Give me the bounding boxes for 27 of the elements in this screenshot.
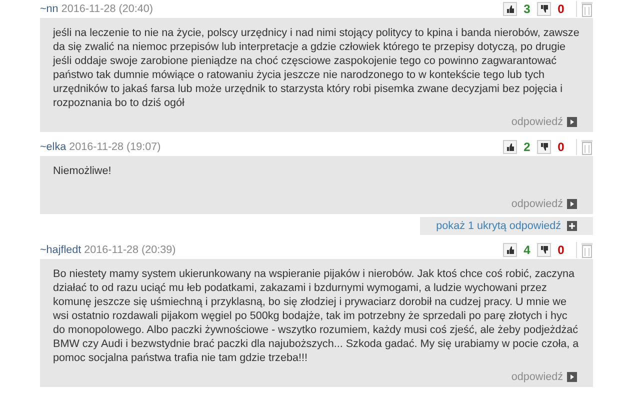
reply-link[interactable]: odpowiedź: [511, 198, 563, 210]
comment-date: 2016-11-28 (19:07): [69, 141, 161, 153]
comment-text: jeśli na leczenie to nie na życie, polscy urzędnicy i nad nimi stojący politycy to kpina i banda nierobów, zawsze da się zwalić na niemoc przepisów lub interpretacje a gdzie człowiek którego te przepisy dotyczą, po drugie jeśli oddaje swoje zarobione pieniądze na choć częsciowe zaspokojenie tego co powinno zagwarantować państwo tak dumnie mówiące o ratowaniu życia jeszcze nie narodzonego to w kontekście tego lub tych urzędników to jakaś farsa lub może urzędnik to starzysta który robi pisemka zwane decyzjami bez pojęcia i rozpoznania bo to dziś ogół: [53, 26, 580, 110]
like-count: 2: [522, 140, 532, 154]
comment-text: Bo niestety mamy system ukierunkowany na wspieranie pijaków i nierobów. Jak ktoś chce coś robić, zaczyna działać to od razu uciąć mu łeb podatkami, zakazami i bzdurnymi wymogami, a ludzie wychowani przez komunę jeszcze się uśmiechną i przyklasną, bo się złodziej i prywaciarz dorobił na cudzej pracy. U mnie we wsi ostatnio rozdawali pijakom węgiel po 500kg bodajże, tak im potrzebny że sprzedali po parę złotych i hyc do monopolowego. Albo paczki żywnościowe - wszytko rozumiem, każdy musi coś zjeść, ale żeby podjeżdżać BMW czy Audi i bezwstydnie brać paczki dla najuboższych... Szkoda gadać. My się urabiamy w pocie czoła, a pomoc socjalna państwa trafia nie tam gdzie trzeba!!!: [53, 267, 580, 365]
author-link[interactable]: ~hajfledt: [40, 244, 82, 256]
reply-link[interactable]: odpowiedź: [511, 116, 563, 128]
author-link[interactable]: ~nn: [40, 3, 58, 15]
comment-date: 2016-11-28 (20:40): [61, 3, 153, 15]
comment-date: 2016-11-28 (20:39): [84, 244, 176, 256]
thumbs-down-icon[interactable]: [537, 2, 551, 16]
plus-icon[interactable]: [567, 221, 577, 231]
thumbs-up-icon[interactable]: [503, 2, 517, 16]
dislike-count: 0: [556, 2, 566, 16]
like-count: 4: [522, 243, 532, 257]
like-count: 3: [522, 2, 532, 16]
thumbs-up-icon[interactable]: [503, 140, 517, 154]
thumbs-down-icon[interactable]: [537, 243, 551, 257]
thumbs-down-icon[interactable]: [537, 140, 551, 154]
comment-text: Niemożliwe!: [53, 164, 112, 179]
dislike-count: 0: [556, 243, 566, 257]
reply-link[interactable]: odpowiedź: [511, 371, 563, 383]
dislike-count: 0: [556, 140, 566, 154]
thumbs-up-icon[interactable]: [503, 243, 517, 257]
author-link[interactable]: ~elka: [40, 141, 66, 153]
show-replies-link[interactable]: pokaż 1 ukrytą odpowiedź: [436, 220, 561, 232]
show-replies-bar[interactable]: pokaż 1 ukrytą odpowiedź: [420, 217, 593, 235]
